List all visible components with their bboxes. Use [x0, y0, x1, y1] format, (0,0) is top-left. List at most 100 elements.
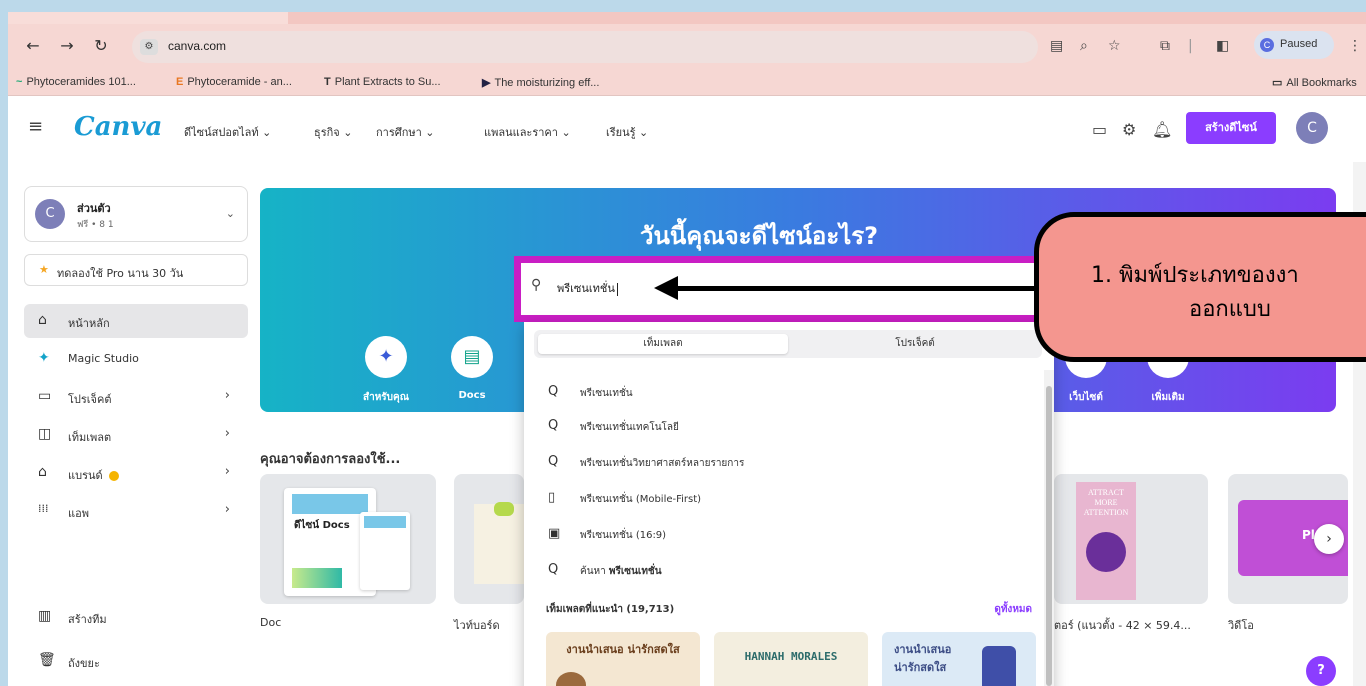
sidebar-item-create-team[interactable]: ▥ สร้างทีม — [24, 600, 248, 634]
nav-learn[interactable]: เรียนรู้ ⌄ — [606, 123, 648, 141]
card-poster[interactable]: ATTRACT MORE ATTENTION — [1054, 474, 1208, 604]
active-tab[interactable] — [8, 12, 288, 24]
phone-image — [982, 646, 1016, 686]
suggestion-item[interactable]: Q พรีเซนเทชั่นเทคโนโลยี — [540, 412, 1030, 442]
callout-line-2: ออกแบบ — [1189, 297, 1271, 322]
suggestion-text: พรีเซนเทชั่น (Mobile-First) — [580, 494, 702, 505]
suggestion-item[interactable]: ▯ พรีเซนเทชั่น (Mobile-First) — [540, 484, 1030, 514]
search-dropdown: เท็มเพลต โปรเจ็คต์ Q พรีเซนเทชั่น Q พรีเ… — [524, 322, 1054, 686]
team-icon: ▥ — [38, 608, 52, 624]
back-icon[interactable]: ← — [22, 36, 44, 55]
reload-icon[interactable]: ↻ — [90, 36, 112, 55]
profile-paused-button[interactable]: C Paused — [1254, 31, 1334, 59]
pro-crown-badge-icon — [108, 471, 119, 481]
hamburger-icon[interactable]: ≡ — [28, 116, 43, 137]
scroll-thumb[interactable] — [1046, 386, 1052, 686]
browser-frame: ← → ↻ ⚙ canva.com ▤ ⌕ ☆ ⧉ | ◧ C Paused ⋮… — [8, 12, 1366, 686]
browser-toolbar: ← → ↻ ⚙ canva.com ▤ ⌕ ☆ ⧉ | ◧ C Paused ⋮ — [8, 24, 1366, 70]
canva-header: ≡ Canva ดีไซน์สปอตไลท์ ⌄ ธุรกิจ ⌄ การศึก… — [8, 96, 1366, 162]
presentation-icon: ▣ — [548, 526, 561, 541]
card-label: ไวท์บอร์ด — [454, 619, 500, 632]
suggestion-item[interactable]: ▣ พรีเซนเทชั่น (16:9) — [540, 520, 1030, 550]
suggestion-text: พรีเซนเทชั่น — [580, 388, 633, 399]
card-whiteboard[interactable] — [454, 474, 524, 604]
sidebar-item-magic-studio[interactable]: ✦ Magic Studio — [24, 342, 248, 376]
sidebar-item-apps[interactable]: ⁞⁞⁞ แอพ › — [24, 494, 248, 528]
suggestion-item[interactable]: Q พรีเซนเทชั่น — [540, 378, 1030, 408]
all-bookmarks[interactable]: ▭ All Bookmarks — [1272, 76, 1357, 89]
extensions-icon[interactable]: ⧉ — [1160, 38, 1170, 54]
chevron-right-icon: › — [224, 388, 230, 403]
category-docs[interactable]: ▤ Docs — [442, 336, 502, 401]
search-icon: Q — [548, 384, 559, 399]
dropdown-scrollbar[interactable] — [1044, 370, 1054, 686]
tab-strip — [8, 12, 1366, 24]
sidebar-item-trash[interactable]: 🗑 ถังขยะ — [24, 644, 248, 678]
sidebar-item-label: แบรนด์ — [68, 466, 119, 484]
magic-search-icon: ⚲ — [531, 277, 542, 293]
crown-icon: ★ — [39, 263, 49, 276]
zoom-icon[interactable]: ⌕ — [1080, 38, 1088, 54]
doc-thumb-image — [292, 494, 368, 514]
forward-icon[interactable]: → — [56, 36, 78, 55]
translate-icon[interactable]: ▤ — [1050, 38, 1063, 54]
doc-thumb-image — [364, 516, 406, 528]
suggestion-text: พรีเซนเทชั่น (16:9) — [580, 530, 667, 541]
search-for-item[interactable]: Q ค้นหา พรีเซนเทชั่น — [540, 556, 1030, 586]
annotation-arrow — [672, 286, 1056, 291]
site-info-icon[interactable]: ⚙ — [140, 39, 158, 55]
create-design-button[interactable]: สร้างดีไซน์ — [1186, 112, 1276, 144]
nav-plans-pricing[interactable]: แพลนและราคา ⌄ — [484, 123, 571, 141]
bookmarks-bar: ~ Phytoceramides 101... E Phytoceramide - … — [8, 70, 1366, 96]
address-bar[interactable]: ⚙ canva.com — [132, 31, 1038, 63]
sidebar-item-templates[interactable]: ◫ เท็มเพลต › — [24, 418, 248, 452]
suggestion-text: พรีเซนเทชั่นเทคโนโลยี — [580, 422, 679, 433]
sidebar-item-projects[interactable]: ▭ โปรเจ็คต์ › — [24, 380, 248, 414]
avatar[interactable]: C — [1296, 112, 1328, 144]
bookmark-item[interactable]: T Plant Extracts to Su... — [324, 76, 441, 88]
bookmark-item[interactable]: ~ Phytoceramides 101... — [16, 76, 136, 88]
suggestion-item[interactable]: Q พรีเซนเทชั่นวิทยาศาสตร์หลายรายการ — [540, 448, 1030, 478]
help-button[interactable]: ? — [1306, 656, 1336, 686]
side-panel-icon[interactable]: ◧ — [1216, 38, 1229, 54]
category-label: สำหรับคุณ — [363, 392, 409, 403]
tab-templates[interactable]: เท็มเพลต — [538, 334, 788, 354]
bookmark-star-icon[interactable]: ☆ — [1108, 38, 1121, 54]
menu-kebab-icon[interactable]: ⋮ — [1348, 38, 1362, 54]
docs-icon: ▤ — [451, 336, 493, 378]
suggestion-text: พรีเซนเทชั่นวิทยาศาสตร์หลายรายการ — [580, 458, 745, 469]
template-thumbnail[interactable]: งานนำเสนอ น่ารักสดใส — [882, 632, 1036, 686]
annotation-callout: 1. พิมพ์ประเภทของงา ออกแบบ — [1034, 212, 1366, 362]
poster-text: ATTRACT MORE ATTENTION — [1083, 488, 1129, 517]
see-all-link[interactable]: ดูทั้งหมด — [994, 602, 1032, 617]
url-text[interactable]: canva.com — [168, 39, 226, 53]
carousel-next-button[interactable]: › — [1314, 524, 1344, 554]
template-thumbnail[interactable]: งานนำเสนอ น่ารักสดใส — [546, 632, 700, 686]
canva-logo[interactable]: Canva — [74, 112, 162, 142]
search-value[interactable]: พรีเซนเทชั่น — [557, 279, 618, 297]
desktop-app-icon[interactable]: ▭ — [1092, 120, 1107, 139]
nav-business[interactable]: ธุรกิจ ⌄ — [314, 123, 352, 141]
home-icon: ⌂ — [38, 312, 47, 328]
bookmark-favicon-icon: T — [324, 76, 331, 88]
sidebar-item-brand[interactable]: ⌂ แบรนด์ › — [24, 456, 248, 490]
account-switcher[interactable]: C ส่วนตัว ฟรี • 8 1 ⌄ — [24, 186, 248, 242]
whiteboard-thumbnail — [474, 504, 524, 584]
category-label: เพิ่มเติม — [1151, 392, 1185, 403]
nav-design-spotlight[interactable]: ดีไซน์สปอตไลท์ ⌄ — [184, 123, 271, 141]
nav-education[interactable]: การศึกษา ⌄ — [376, 123, 435, 141]
card-doc[interactable]: ดีไซน์ Docs — [260, 474, 436, 604]
template-thumbnail[interactable]: HANNAH MORALES — [714, 632, 868, 686]
notification-bell-icon[interactable]: 🔔︎ — [1152, 120, 1172, 139]
text-caret — [616, 282, 618, 296]
pro-trial-button[interactable]: ★ ทดลองใช้ Pro นาน 30 วัน — [24, 254, 248, 286]
settings-gear-icon[interactable]: ⚙ — [1122, 120, 1136, 139]
search-icon: Q — [548, 562, 559, 577]
category-for-you[interactable]: ✦ สำหรับคุณ — [356, 336, 416, 405]
magic-sparkle-icon: ✦ — [38, 350, 50, 366]
tab-projects[interactable]: โปรเจ็คต์ — [790, 334, 1040, 354]
bookmark-item[interactable]: E Phytoceramide - an... — [176, 76, 292, 88]
bookmark-item[interactable]: ▶ The moisturizing eff... — [482, 76, 599, 89]
sidebar-item-home[interactable]: ⌂ หน้าหลัก — [24, 304, 248, 338]
profile-icon: C — [1260, 38, 1274, 52]
